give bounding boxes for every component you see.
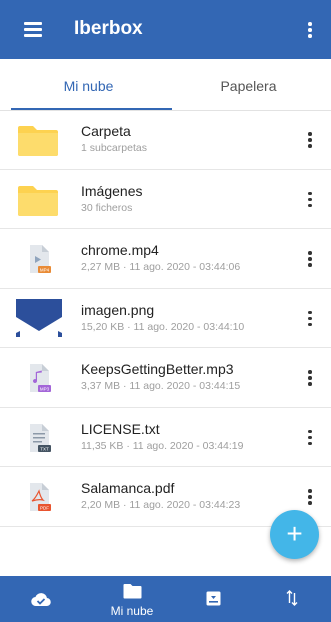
more-options-icon[interactable] bbox=[303, 428, 317, 448]
more-options-icon[interactable] bbox=[305, 20, 315, 40]
image-thumbnail bbox=[16, 298, 62, 339]
file-name: chrome.mp4 bbox=[81, 242, 159, 258]
file-type-badge: MP4 bbox=[40, 267, 50, 272]
file-row-keepsgettingbetter-mp3[interactable]: MP3 KeepsGettingBetter.mp3 3,37 MB · 11 … bbox=[0, 348, 331, 408]
bottom-nav: Mi nube bbox=[0, 576, 331, 622]
file-type-badge: MP3 bbox=[40, 386, 50, 391]
nav-item-mi-nube[interactable]: Mi nube bbox=[91, 576, 173, 622]
tab-papelera[interactable]: Papelera bbox=[166, 59, 331, 110]
file-meta: 2,27 MB · 11 ago. 2020 - 03:44:06 bbox=[81, 261, 241, 273]
file-meta: 2,20 MB · 11 ago. 2020 - 03:44:23 bbox=[81, 499, 241, 511]
nav-item-inbox[interactable] bbox=[174, 576, 256, 622]
app-bar: Iberbox bbox=[0, 0, 331, 59]
more-options-icon[interactable] bbox=[303, 309, 317, 329]
file-row-license-txt[interactable]: TXT LICENSE.txt 11,35 KB · 11 ago. 2020 … bbox=[0, 408, 331, 467]
file-list: Carpeta 1 subcarpetas Imágenes 30 ficher… bbox=[0, 110, 331, 527]
more-options-icon[interactable] bbox=[303, 130, 317, 150]
file-name: Salamanca.pdf bbox=[81, 480, 175, 496]
folder-icon bbox=[123, 584, 142, 599]
sort-arrows-icon bbox=[286, 590, 298, 606]
file-name: Carpeta bbox=[81, 123, 131, 139]
file-name: Imágenes bbox=[81, 182, 143, 199]
more-options-icon[interactable] bbox=[303, 487, 317, 507]
video-file-icon: MP4 bbox=[30, 245, 51, 273]
app-title: Iberbox bbox=[74, 18, 143, 39]
folder-icon bbox=[18, 185, 58, 216]
tab-mi-nube[interactable]: Mi nube bbox=[0, 59, 177, 110]
file-row-carpeta[interactable]: Carpeta 1 subcarpetas bbox=[0, 110, 331, 170]
file-meta: 3,37 MB · 11 ago. 2020 - 03:44:15 bbox=[81, 380, 241, 392]
file-meta: 1 subcarpetas bbox=[81, 142, 147, 154]
folder-icon bbox=[18, 126, 58, 156]
file-type-badge: PDF bbox=[40, 505, 49, 510]
file-row-imagenes[interactable]: Imágenes 30 ficheros bbox=[0, 170, 331, 229]
file-meta: 15,20 KB · 11 ago. 2020 - 03:44:10 bbox=[81, 320, 245, 333]
more-options-icon[interactable] bbox=[303, 368, 317, 388]
more-options-icon[interactable] bbox=[303, 249, 317, 269]
nav-item-transfers[interactable] bbox=[255, 576, 331, 622]
tab-bar: Mi nube Papelera bbox=[0, 59, 331, 111]
audio-file-icon: MP3 bbox=[30, 364, 51, 392]
inbox-download-icon bbox=[206, 591, 221, 606]
file-name: LICENSE.txt bbox=[81, 420, 160, 437]
file-row-imagen-png[interactable]: imagen.png 15,20 KB · 11 ago. 2020 - 03:… bbox=[0, 289, 331, 348]
text-file-icon: TXT bbox=[30, 423, 51, 452]
pdf-file-icon: PDF bbox=[30, 483, 51, 511]
more-options-icon[interactable] bbox=[303, 190, 317, 210]
nav-label-mi-nube: Mi nube bbox=[110, 604, 154, 618]
add-icon: + bbox=[286, 518, 303, 549]
file-name: imagen.png bbox=[81, 301, 155, 318]
file-row-chrome-mp4[interactable]: MP4 chrome.mp4 2,27 MB · 11 ago. 2020 - … bbox=[0, 229, 331, 289]
file-meta: 11,35 KB · 11 ago. 2020 - 03:44:19 bbox=[81, 439, 244, 452]
cloud-check-icon bbox=[31, 593, 51, 607]
file-meta: 30 ficheros bbox=[81, 201, 133, 214]
add-button[interactable]: + bbox=[270, 510, 319, 559]
file-type-badge: TXT bbox=[40, 446, 49, 451]
file-name: KeepsGettingBetter.mp3 bbox=[81, 361, 234, 377]
menu-icon[interactable] bbox=[24, 22, 42, 37]
nav-item-synced[interactable] bbox=[0, 576, 82, 622]
